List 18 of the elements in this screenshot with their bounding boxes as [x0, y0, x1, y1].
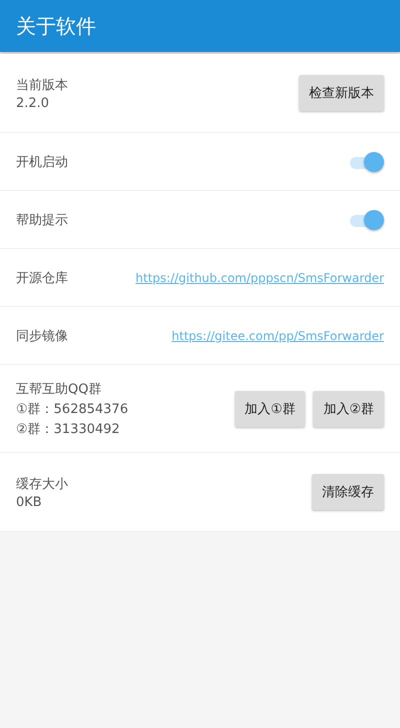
- toggle-switch[interactable]: [348, 150, 384, 172]
- setting-label: 开机启动: [16, 154, 68, 170]
- setting-label: 同步镜像: [16, 328, 68, 344]
- setting-label: 缓存大小: [16, 476, 68, 492]
- action-button[interactable]: 加入②群: [313, 390, 384, 426]
- screen-title: 关于软件: [16, 12, 96, 40]
- setting-label: 当前版本: [16, 76, 68, 94]
- setting-label: 帮助提示: [16, 212, 68, 228]
- toggle-switch[interactable]: [348, 208, 384, 230]
- action-button[interactable]: 清除缓存: [312, 474, 384, 510]
- setting-label: 开源仓库: [16, 270, 68, 286]
- setting-value: 0KB: [16, 494, 43, 510]
- setting-value: 2.2.0: [16, 96, 50, 110]
- setting-value: ②群：31330492: [16, 420, 121, 438]
- setting-value: ①群：562854376: [16, 400, 128, 418]
- setting-label: 互帮互助QQ群: [16, 380, 102, 398]
- action-button[interactable]: 检查新版本: [299, 75, 384, 111]
- action-button[interactable]: 加入①群: [234, 390, 306, 426]
